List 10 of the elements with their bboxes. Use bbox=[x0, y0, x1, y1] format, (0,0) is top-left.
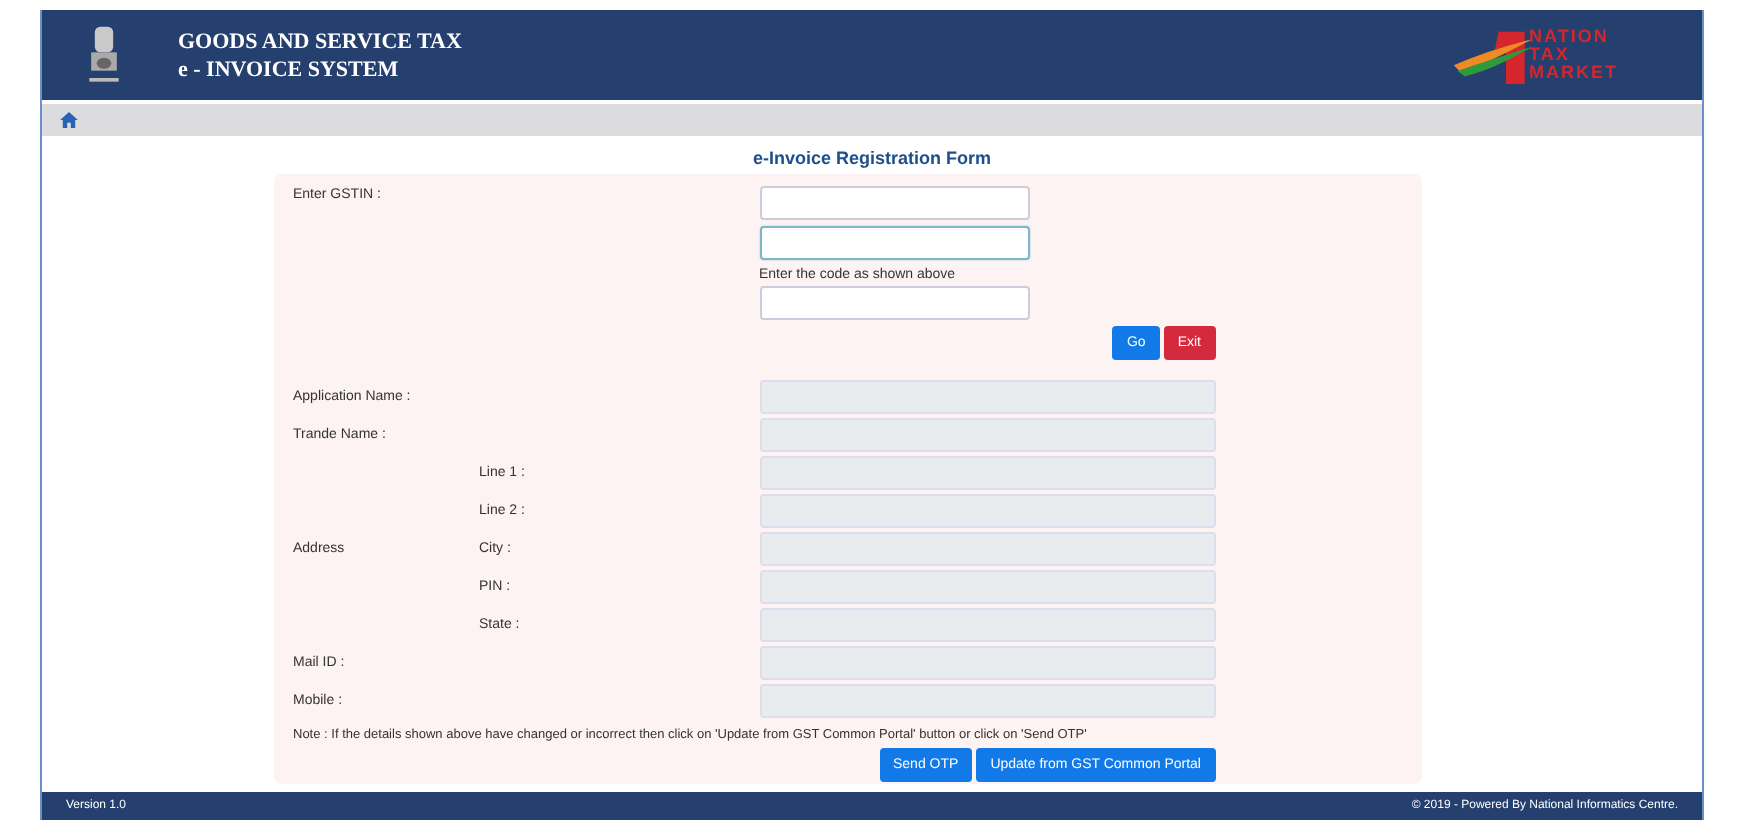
system-title: GOODS AND SERVICE TAX bbox=[178, 27, 462, 55]
logo-text: TAX bbox=[1529, 46, 1572, 64]
form-title: e-Invoice Registration Form bbox=[752, 146, 992, 170]
logo-text: MARKET bbox=[1529, 64, 1618, 82]
captcha-field[interactable] bbox=[759, 286, 1029, 320]
input-field[interactable] bbox=[759, 186, 1029, 220]
logo-text: NATION bbox=[1529, 28, 1611, 46]
home-icon[interactable] bbox=[60, 112, 78, 128]
system-title: e - INVOICE SYSTEM bbox=[178, 55, 401, 83]
input-field[interactable] bbox=[759, 226, 1029, 260]
